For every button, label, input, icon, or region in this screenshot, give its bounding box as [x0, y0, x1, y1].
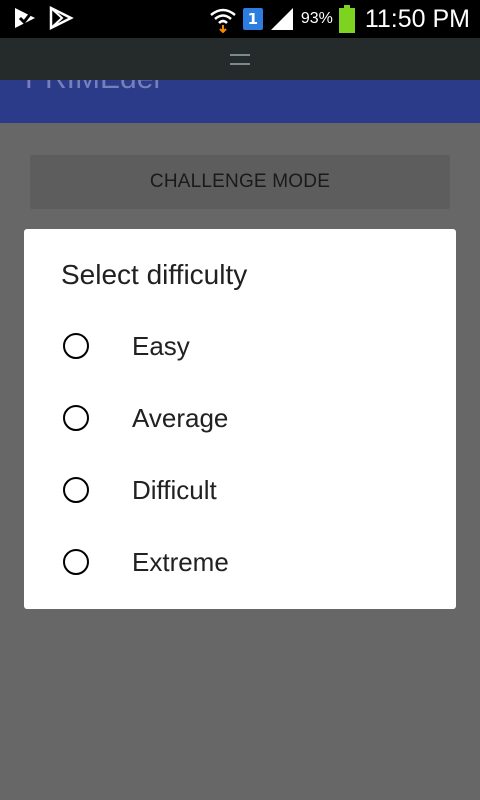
- battery-icon: [338, 5, 355, 33]
- option-label: Difficult: [132, 474, 217, 505]
- clock: 11:50 PM: [364, 4, 470, 33]
- option-difficult[interactable]: Difficult: [24, 454, 456, 526]
- wifi-icon: [210, 8, 236, 33]
- notification-1-icon: 1: [242, 8, 263, 30]
- app-title: PRIMEder: [25, 80, 163, 96]
- download-done-icon: [15, 8, 35, 28]
- status-bar: 1 93% 11:50 PM: [0, 0, 480, 38]
- option-extreme[interactable]: Extreme: [24, 526, 456, 598]
- option-label: Average: [132, 402, 229, 433]
- option-easy[interactable]: Easy: [24, 310, 456, 382]
- option-label: Easy: [132, 330, 190, 361]
- status-bar-right-icons: 1 93% 11:50 PM: [209, 0, 470, 38]
- signal-icon: [270, 8, 293, 30]
- app-bar: PRIMEder: [0, 80, 480, 123]
- challenge-mode-button[interactable]: CHALLENGE MODE: [30, 155, 450, 209]
- dialog-title: Select difficulty: [61, 259, 248, 290]
- drag-handle-icon: [230, 53, 250, 65]
- radio-unchecked-icon[interactable]: [63, 549, 89, 575]
- radio-unchecked-icon[interactable]: [63, 477, 89, 503]
- play-store-icon: [49, 5, 74, 31]
- radio-unchecked-icon[interactable]: [63, 405, 89, 431]
- battery-percent: 93%: [300, 10, 333, 27]
- difficulty-dialog: Select difficulty Easy Average Difficult…: [24, 229, 456, 609]
- status-bar-left-icons: [12, 5, 74, 31]
- radio-unchecked-icon[interactable]: [63, 333, 89, 359]
- option-label: Extreme: [132, 546, 229, 577]
- option-average[interactable]: Average: [24, 382, 456, 454]
- notification-handle[interactable]: [0, 38, 480, 80]
